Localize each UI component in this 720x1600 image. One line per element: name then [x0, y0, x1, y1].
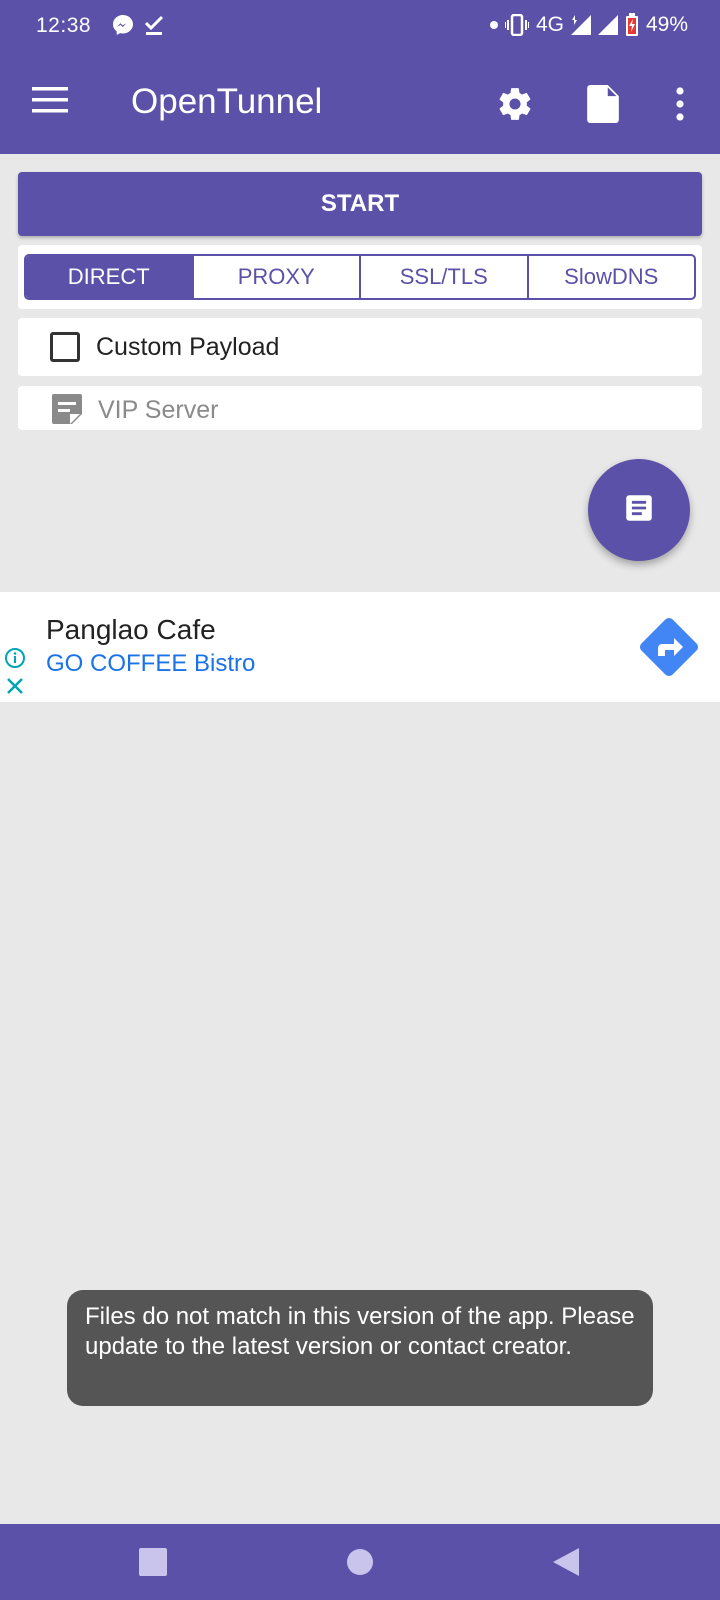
messenger-icon: [112, 14, 134, 36]
menu-icon[interactable]: [32, 86, 72, 120]
download-done-icon: [144, 14, 164, 36]
log-fab-button[interactable]: [588, 459, 690, 561]
start-button[interactable]: START: [18, 172, 702, 236]
note-icon: [50, 392, 84, 431]
settings-icon[interactable]: [491, 80, 539, 128]
ad-banner[interactable]: Panglao Cafe GO COFFEE Bistro: [0, 592, 720, 702]
home-icon[interactable]: [320, 1524, 400, 1600]
server-label: VIP Server: [98, 396, 219, 424]
tab-direct[interactable]: DIRECT: [26, 256, 194, 298]
app-bar: OpenTunnel: [0, 52, 720, 154]
toast-message: Files do not match in this version of th…: [67, 1290, 653, 1406]
status-time: 12:38: [36, 14, 92, 37]
back-icon[interactable]: [526, 1524, 606, 1600]
custom-payload-checkbox[interactable]: [50, 332, 80, 362]
directions-icon[interactable]: [638, 616, 700, 683]
ad-subtitle[interactable]: GO COFFEE Bistro: [46, 650, 255, 678]
custom-payload-row: Custom Payload: [18, 318, 702, 376]
dot-icon: [489, 21, 498, 29]
connection-mode-tabs: DIRECT PROXY SSL/TLS SlowDNS: [24, 254, 696, 300]
signal-icon: [597, 15, 618, 35]
app-title: OpenTunnel: [131, 82, 323, 121]
network-type: 4G: [535, 13, 564, 36]
signal-icon: [570, 15, 591, 35]
log-document-icon: [622, 491, 656, 530]
file-icon[interactable]: [579, 80, 627, 128]
more-vert-icon[interactable]: [656, 80, 704, 128]
tab-slowdns[interactable]: SlowDNS: [529, 256, 695, 298]
system-nav-bar: [0, 1524, 720, 1600]
recents-icon[interactable]: [113, 1524, 193, 1600]
status-bar: 12:38 4G 49%: [0, 0, 720, 52]
server-selector[interactable]: VIP Server: [18, 386, 702, 430]
status-right-group: 4G 49%: [489, 13, 688, 37]
connection-mode-card: DIRECT PROXY SSL/TLS SlowDNS: [18, 245, 702, 309]
tab-ssl-tls[interactable]: SSL/TLS: [361, 256, 529, 298]
battery-charging-icon: [625, 13, 639, 37]
ad-title: Panglao Cafe: [46, 614, 216, 645]
ad-info-icon[interactable]: [4, 647, 26, 674]
ad-close-icon[interactable]: [5, 676, 25, 701]
custom-payload-label: Custom Payload: [96, 333, 280, 361]
tab-proxy[interactable]: PROXY: [194, 256, 361, 298]
vibrate-icon: [504, 14, 529, 36]
battery-percent: 49%: [645, 13, 688, 36]
